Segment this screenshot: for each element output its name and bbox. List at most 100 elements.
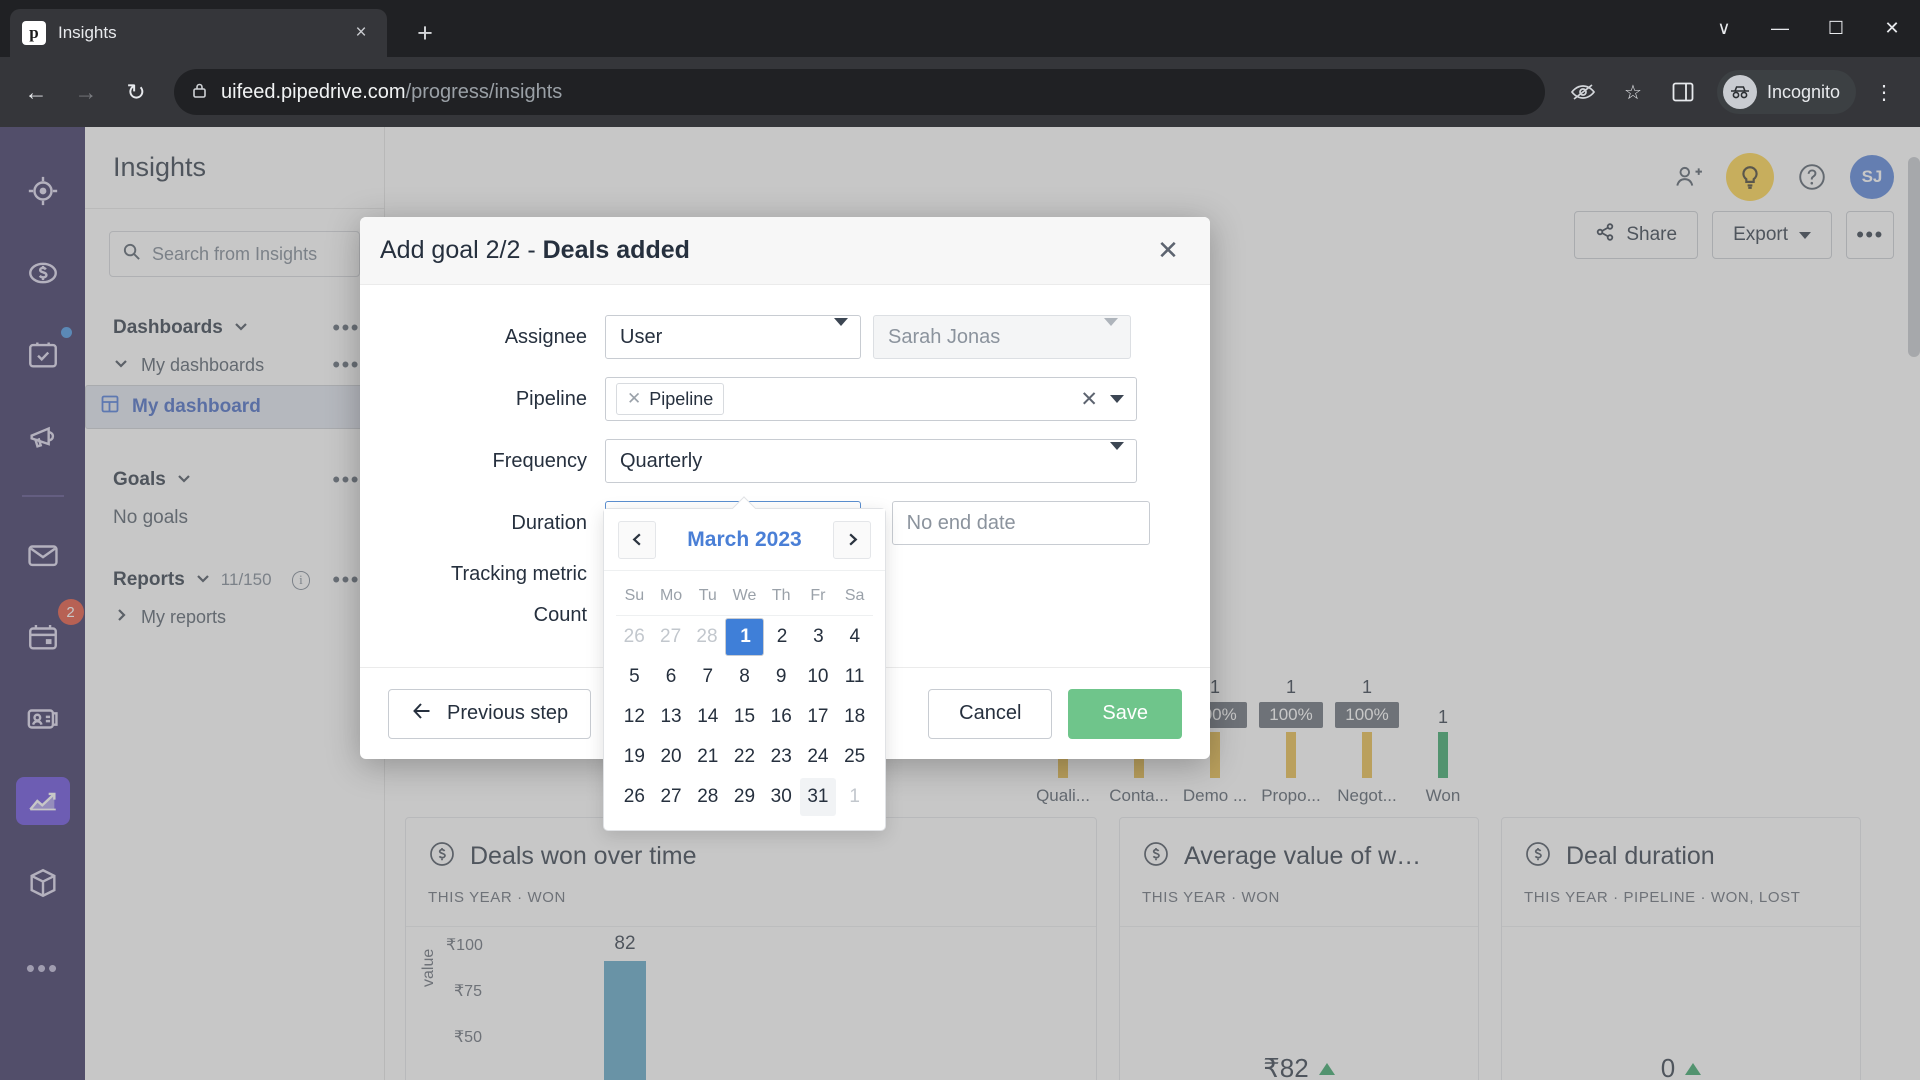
lock-icon <box>192 82 207 103</box>
date-cell[interactable]: 17 <box>800 698 837 736</box>
date-cell[interactable]: 8 <box>726 658 763 696</box>
previous-step-button[interactable]: Previous step <box>388 688 592 739</box>
duration-end-placeholder: No end date <box>906 511 1016 534</box>
field-assignee: Assignee User Sarah Jonas <box>390 315 1180 359</box>
new-tab-button[interactable]: + <box>401 9 449 57</box>
weekday-label: Mo <box>659 587 683 604</box>
date-cell[interactable]: 2 <box>764 618 800 656</box>
date-picker-header: March 2023 <box>604 509 885 571</box>
back-icon[interactable]: ← <box>14 70 58 114</box>
frequency-value: Quarterly <box>620 449 703 472</box>
frequency-label: Frequency <box>492 449 588 472</box>
date-cell[interactable]: 31 <box>799 778 837 816</box>
tab-title: Insights <box>58 23 117 42</box>
date-cell[interactable]: 23 <box>763 738 800 776</box>
date-cell[interactable]: 25 <box>836 738 873 776</box>
date-cell[interactable]: 16 <box>763 698 800 736</box>
chevron-down-icon <box>1104 317 1118 348</box>
reload-icon[interactable]: ↻ <box>114 70 158 114</box>
date-cell[interactable]: 28 <box>689 618 725 656</box>
current-month-label: March 2023 <box>687 527 802 551</box>
date-cell[interactable]: 14 <box>689 698 726 736</box>
date-cell[interactable]: 19 <box>616 738 653 776</box>
modal-title: Add goal 2/2 - Deals added <box>380 236 1148 265</box>
chip-label: Pipeline <box>649 388 714 409</box>
date-picker-week-row: 19 20 21 22 23 24 25 <box>616 738 873 776</box>
address-bar[interactable]: uifeed.pipedrive.com/progress/insights <box>174 69 1545 115</box>
save-button[interactable]: Save <box>1068 688 1182 739</box>
forward-icon[interactable]: → <box>64 70 108 114</box>
date-cell[interactable]: 9 <box>763 658 800 696</box>
prev-month-button[interactable] <box>618 520 656 559</box>
frequency-select[interactable]: Quarterly <box>605 439 1137 483</box>
chevron-down-icon <box>1110 441 1124 472</box>
close-window-button[interactable]: ✕ <box>1864 0 1920 57</box>
close-icon[interactable]: ✕ <box>1148 231 1188 271</box>
date-cell[interactable]: 27 <box>653 778 690 816</box>
assignee-type-select[interactable]: User <box>605 315 861 359</box>
date-cell[interactable]: 13 <box>653 698 690 736</box>
pipeline-multiselect[interactable]: ✕ Pipeline ✕ <box>605 377 1137 421</box>
assignee-label: Assignee <box>504 325 587 348</box>
chevron-down-icon <box>834 317 848 348</box>
date-cell[interactable]: 11 <box>836 658 873 696</box>
cancel-button[interactable]: Cancel <box>928 688 1053 739</box>
duration-end-input[interactable]: No end date <box>891 501 1150 545</box>
tab-strip: p Insights × + ∨ — ☐ ✕ <box>0 0 1920 57</box>
star-icon[interactable]: ☆ <box>1611 70 1655 114</box>
date-cell[interactable]: 26 <box>616 618 652 656</box>
clear-selection-icon[interactable]: ✕ <box>1080 387 1110 412</box>
date-cell[interactable]: 24 <box>800 738 837 776</box>
date-picker-week-row: 26 27 28 29 30 31 1 <box>616 778 873 816</box>
date-cell[interactable]: 29 <box>726 778 763 816</box>
date-cell[interactable]: 7 <box>689 658 726 696</box>
date-cell[interactable]: 28 <box>689 778 726 816</box>
chip-remove-icon[interactable]: ✕ <box>627 389 641 409</box>
date-cell[interactable]: 18 <box>836 698 873 736</box>
date-cell[interactable]: 3 <box>800 618 836 656</box>
incognito-indicator[interactable]: Incognito <box>1716 70 1856 114</box>
date-picker-week-row: 12 13 14 15 16 17 18 <box>616 698 873 736</box>
date-cell[interactable]: 21 <box>689 738 726 776</box>
date-cell[interactable]: 15 <box>726 698 763 736</box>
date-cell[interactable]: 26 <box>616 778 653 816</box>
date-cell[interactable]: 22 <box>726 738 763 776</box>
date-cell[interactable]: 4 <box>837 618 873 656</box>
minimize-button[interactable]: — <box>1752 0 1808 57</box>
date-cell[interactable]: 30 <box>763 778 800 816</box>
maximize-button[interactable]: ☐ <box>1808 0 1864 57</box>
assignee-user-select[interactable]: Sarah Jonas <box>873 315 1131 359</box>
date-cell[interactable]: 10 <box>800 658 837 696</box>
modal-title-prefix: Add goal 2/2 - <box>380 236 543 264</box>
field-frequency: Frequency Quarterly <box>390 439 1180 483</box>
modal-header: Add goal 2/2 - Deals added ✕ <box>360 217 1210 285</box>
sidepanel-icon[interactable] <box>1661 70 1705 114</box>
date-cell[interactable]: 6 <box>653 658 690 696</box>
tab-close-icon[interactable]: × <box>347 19 375 47</box>
duration-label: Duration <box>511 511 587 534</box>
browser-menu-icon[interactable]: ⋮ <box>1862 70 1906 114</box>
tab-search-icon[interactable]: ∨ <box>1696 0 1752 57</box>
weekday-label: Sa <box>844 587 865 604</box>
url-domain: uifeed.pipedrive.com <box>221 80 406 103</box>
date-cell[interactable]: 5 <box>616 658 653 696</box>
next-month-button[interactable] <box>833 520 871 559</box>
incognito-avatar-icon <box>1722 75 1757 109</box>
chevron-right-icon <box>848 533 857 546</box>
chevron-down-icon[interactable] <box>1110 395 1124 403</box>
modal-title-metric: Deals added <box>542 236 690 264</box>
assignee-user-value: Sarah Jonas <box>888 325 1001 348</box>
date-cell[interactable]: 12 <box>616 698 653 736</box>
date-cell[interactable]: 27 <box>652 618 688 656</box>
chevron-left-icon <box>632 533 641 546</box>
incognito-label: Incognito <box>1766 81 1840 102</box>
date-cell[interactable]: 1 <box>725 618 764 656</box>
date-picker-grid: Su Mo Tu We Th Fr Sa 26 27 28 1 2 3 4 5 6 7 8 9 10 11… <box>604 571 885 830</box>
date-cell[interactable]: 20 <box>653 738 690 776</box>
eye-off-icon[interactable] <box>1561 70 1605 114</box>
date-picker-week-row: 5 6 7 8 9 10 11 <box>616 658 873 696</box>
previous-step-label: Previous step <box>447 702 569 724</box>
browser-tab[interactable]: p Insights × <box>10 9 387 57</box>
pipeline-chip[interactable]: ✕ Pipeline <box>616 383 725 415</box>
date-cell[interactable]: 1 <box>836 778 873 816</box>
